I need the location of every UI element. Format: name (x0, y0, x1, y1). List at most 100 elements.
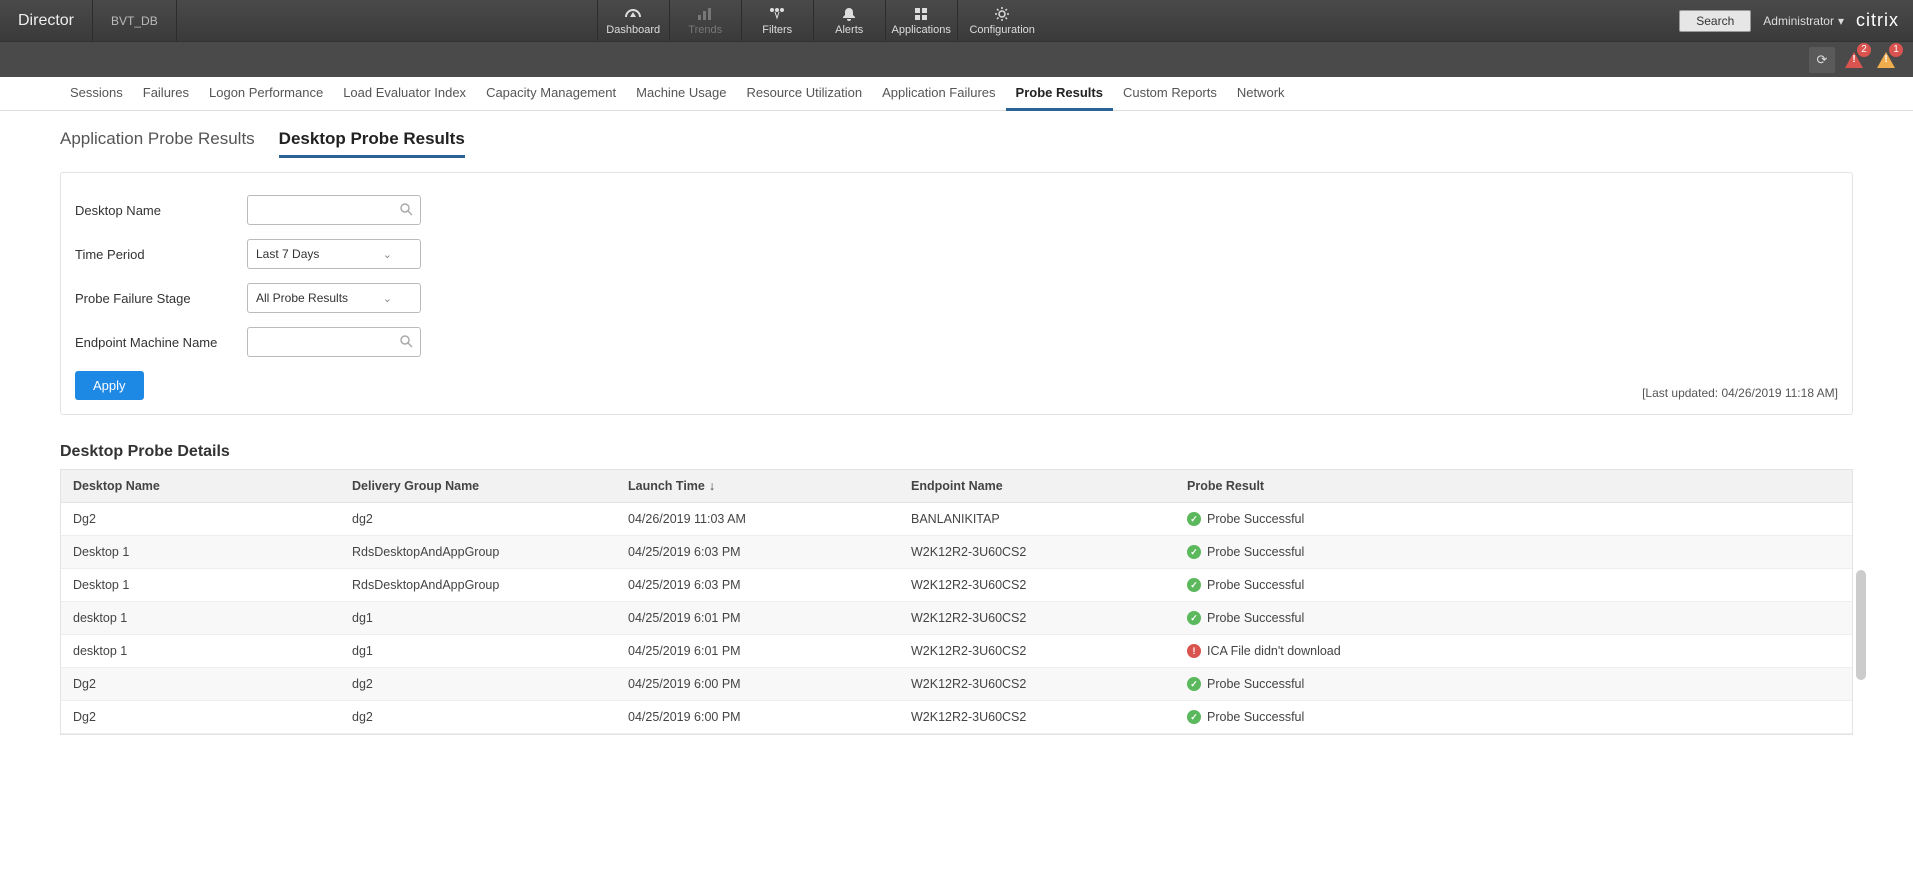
tab-probe-results[interactable]: Probe Results (1006, 77, 1113, 111)
success-icon: ✓ (1187, 710, 1201, 724)
bell-icon (842, 6, 856, 22)
nav-dashboard[interactable]: Dashboard (597, 0, 669, 41)
col-desktop-name[interactable]: Desktop Name (61, 479, 340, 493)
table-row[interactable]: desktop 1dg104/25/2019 6:01 PMW2K12R2-3U… (61, 635, 1852, 668)
subtab-desktop-probe[interactable]: Desktop Probe Results (279, 129, 465, 158)
page-content: Sessions Failures Logon Performance Load… (0, 77, 1913, 735)
critical-alert-badge[interactable]: ! 2 (1841, 47, 1867, 73)
top-nav: Dashboard Trends Filters Alerts Applicat… (597, 0, 1047, 41)
cell-probe-result: ✓ Probe Successful (1175, 578, 1852, 592)
table-row[interactable]: Dg2dg204/26/2019 11:03 AMBANLANIKITAP✓Pr… (61, 503, 1852, 536)
col-delivery-group[interactable]: Delivery Group Name (340, 479, 616, 493)
tab-resource-utilization[interactable]: Resource Utilization (736, 77, 872, 111)
nav-applications-label: Applications (892, 24, 951, 36)
success-icon: ✓ (1187, 512, 1201, 526)
desktop-name-label: Desktop Name (75, 203, 247, 218)
failure-stage-value: All Probe Results (256, 291, 348, 305)
table-row[interactable]: Dg2dg204/25/2019 6:00 PMW2K12R2-3U60CS2✓… (61, 668, 1852, 701)
filter-icon (769, 6, 785, 22)
table-body: Dg2dg204/26/2019 11:03 AMBANLANIKITAP✓Pr… (61, 503, 1852, 734)
result-text: Probe Successful (1207, 578, 1304, 592)
tab-custom-reports[interactable]: Custom Reports (1113, 77, 1227, 111)
cell-delivery-group: dg2 (340, 710, 616, 724)
admin-menu[interactable]: Administrator ▾ (1763, 14, 1844, 28)
cell-desktop-name: Dg2 (61, 677, 340, 691)
tab-network[interactable]: Network (1227, 77, 1295, 111)
cell-probe-result: ✓Probe Successful (1175, 710, 1852, 724)
cell-launch-time: 04/25/2019 6:03 PM (616, 545, 899, 559)
table-row[interactable]: Dg2dg204/25/2019 6:00 PMW2K12R2-3U60CS2✓… (61, 701, 1852, 734)
cell-launch-time: 04/25/2019 6:03 PM (616, 578, 899, 592)
cell-launch-time: 04/25/2019 6:00 PM (616, 710, 899, 724)
cell-launch-time: 04/25/2019 6:00 PM (616, 677, 899, 691)
sub-tabs: Application Probe Results Desktop Probe … (0, 111, 1913, 158)
cell-endpoint-name: W2K12R2-3U60CS2 (899, 677, 1175, 691)
table-row[interactable]: Desktop 1RdsDesktopAndAppGroup04/25/2019… (61, 536, 1852, 569)
error-icon: ! (1187, 644, 1201, 658)
tab-capacity-management[interactable]: Capacity Management (476, 77, 626, 111)
critical-count: 2 (1857, 43, 1871, 57)
cell-probe-result: ✓Probe Successful (1175, 611, 1852, 625)
brand-label: Director (0, 0, 93, 41)
warning-alert-badge[interactable]: ! 1 (1873, 47, 1899, 73)
col-launch-time[interactable]: Launch Time ↓ (616, 479, 899, 493)
nav-trends-label: Trends (688, 24, 722, 36)
time-period-value: Last 7 Days (256, 247, 319, 261)
result-text: Probe Successful (1207, 677, 1304, 691)
chevron-down-icon: ▾ (1838, 14, 1844, 28)
tab-machine-usage[interactable]: Machine Usage (626, 77, 736, 111)
warning-count: 1 (1889, 43, 1903, 57)
result-text: Probe Successful (1207, 545, 1304, 559)
cell-launch-time: 04/26/2019 11:03 AM (616, 512, 899, 526)
nav-applications[interactable]: Applications (885, 0, 957, 41)
probe-details-table: Desktop Name Delivery Group Name Launch … (60, 469, 1853, 735)
nav-alerts[interactable]: Alerts (813, 0, 885, 41)
exclamation-icon: ! (1884, 54, 1887, 65)
tab-load-evaluator[interactable]: Load Evaluator Index (333, 77, 476, 111)
tab-failures[interactable]: Failures (133, 77, 199, 111)
nav-configuration[interactable]: Configuration (957, 0, 1047, 41)
tab-application-failures[interactable]: Application Failures (872, 77, 1005, 111)
cell-launch-time: 04/25/2019 6:01 PM (616, 644, 899, 658)
success-icon: ✓ (1187, 578, 1201, 592)
cell-desktop-name: Dg2 (61, 710, 340, 724)
cell-probe-result: ✓Probe Successful (1175, 512, 1852, 526)
exclamation-icon: ! (1852, 54, 1855, 65)
cell-desktop-name: Desktop 1 (61, 578, 340, 592)
failure-stage-select[interactable]: All Probe Results ⌄ (247, 283, 421, 313)
cell-endpoint-name: W2K12R2-3U60CS2 (899, 710, 1175, 724)
time-period-select[interactable]: Last 7 Days ⌄ (247, 239, 421, 269)
desktop-name-input[interactable] (247, 195, 421, 225)
cell-endpoint-name: W2K12R2-3U60CS2 (899, 545, 1175, 559)
search-button[interactable]: Search (1679, 10, 1751, 32)
col-probe-result[interactable]: Probe Result (1175, 479, 1852, 493)
main-tabs: Sessions Failures Logon Performance Load… (0, 77, 1913, 111)
nav-trends[interactable]: Trends (669, 0, 741, 41)
site-label[interactable]: BVT_DB (93, 0, 177, 41)
cell-probe-result: !ICA File didn't download (1175, 644, 1852, 658)
top-bar: Director BVT_DB Dashboard Trends Filters… (0, 0, 1913, 41)
details-title: Desktop Probe Details (60, 443, 1853, 461)
table-row[interactable]: Desktop 1RdsDesktopAndAppGroup04/25/2019… (61, 569, 1852, 602)
tab-sessions[interactable]: Sessions (60, 77, 133, 111)
endpoint-name-input[interactable] (247, 327, 421, 357)
gear-icon (995, 6, 1009, 22)
success-icon: ✓ (1187, 677, 1201, 691)
gauge-icon (624, 6, 642, 22)
cell-endpoint-name: W2K12R2-3U60CS2 (899, 644, 1175, 658)
table-header: Desktop Name Delivery Group Name Launch … (61, 470, 1852, 503)
nav-filters[interactable]: Filters (741, 0, 813, 41)
cell-probe-result: ✓ Probe Successful (1175, 677, 1852, 691)
cell-endpoint-name: W2K12R2-3U60CS2 (899, 578, 1175, 592)
grid-icon (914, 6, 928, 22)
nav-configuration-label: Configuration (969, 24, 1034, 36)
col-endpoint-name[interactable]: Endpoint Name (899, 479, 1175, 493)
table-row[interactable]: desktop 1dg104/25/2019 6:01 PMW2K12R2-3U… (61, 602, 1852, 635)
result-text: Probe Successful (1207, 611, 1304, 625)
refresh-button[interactable]: ⟳ (1809, 47, 1835, 73)
tab-logon-performance[interactable]: Logon Performance (199, 77, 333, 111)
scrollbar-thumb[interactable] (1856, 570, 1866, 680)
subtab-application-probe[interactable]: Application Probe Results (60, 129, 255, 158)
nav-filters-label: Filters (762, 24, 792, 36)
apply-button[interactable]: Apply (75, 371, 144, 400)
